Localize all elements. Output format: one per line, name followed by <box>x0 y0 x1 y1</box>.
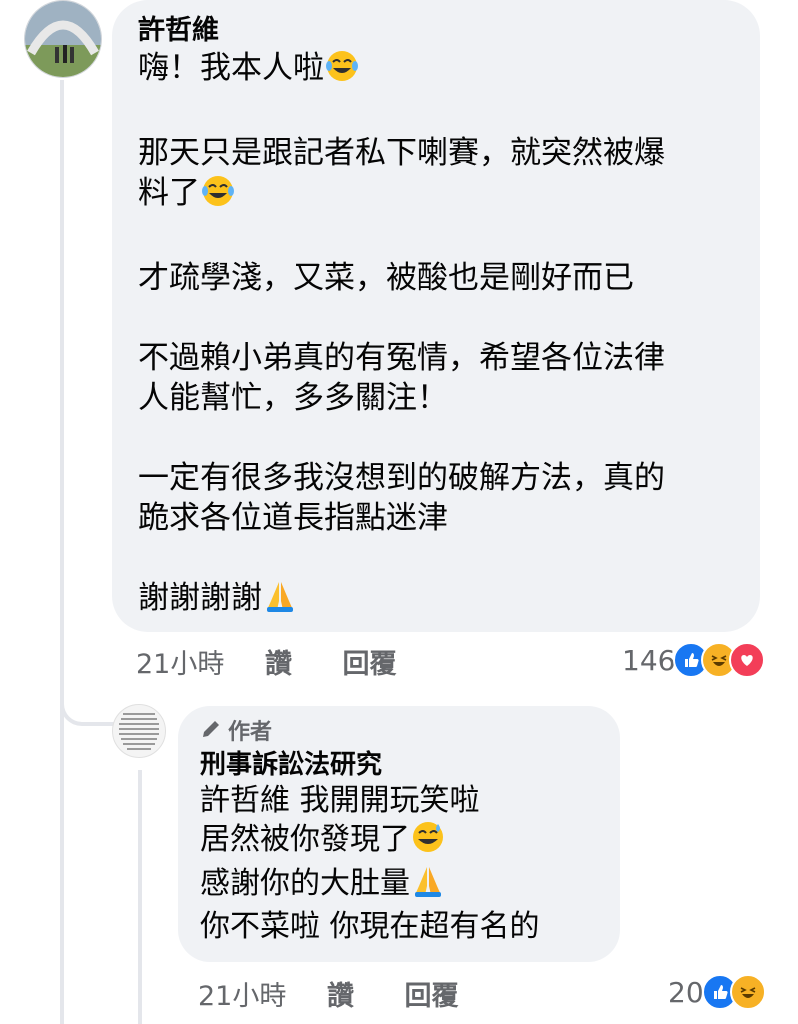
comment-author-name[interactable]: 許哲維 <box>138 14 734 48</box>
reply-like-button[interactable]: 讚 <box>327 981 354 1012</box>
commenter-avatar[interactable] <box>24 0 102 78</box>
sweat-smile-emoji-icon <box>410 820 446 864</box>
folded-hands-emoji-icon <box>262 579 298 623</box>
comment-paragraph: 謝謝謝謝 <box>138 578 734 623</box>
reply-line: 許哲維 我開開玩笑啦 <box>200 783 480 818</box>
like-button[interactable]: 讚 <box>265 649 292 680</box>
folded-hands-emoji-icon <box>410 864 446 908</box>
reaction-count: 146 <box>622 643 676 677</box>
reply-line: 你不菜啦 你現在超有名的 <box>200 909 540 944</box>
reply-button[interactable]: 回覆 <box>343 649 397 680</box>
author-badge-label: 作者 <box>228 720 273 745</box>
haha-reaction-icon <box>729 974 766 1010</box>
joy-emoji-icon <box>200 174 236 218</box>
pencil-icon <box>200 718 222 748</box>
reply-reply-button[interactable]: 回覆 <box>405 981 459 1012</box>
reply-author-avatar[interactable] <box>112 704 166 758</box>
comment-bubble: 許哲維 嗨！我本人啦 那天只是跟記者私下喇賽，就突然被爆 料了 才疏學淺，又菜，… <box>112 0 760 632</box>
comment-paragraph: 嗨！我本人啦 <box>138 48 734 93</box>
joy-emoji-icon <box>324 49 360 93</box>
comment-paragraph: 那天只是跟記者私下喇賽，就突然被爆 料了 <box>138 133 734 218</box>
reply-reaction-count: 20 <box>668 975 704 1009</box>
comment-actions: 21小時 讚 回覆 <box>136 642 397 681</box>
reply-timestamp[interactable]: 21小時 <box>198 981 286 1012</box>
comment-reactions[interactable]: 146 <box>622 642 766 678</box>
reply-bubble: 作者 刑事訴訟法研究 許哲維 我開開玩笑啦 居然被你發現了 感謝你的大肚量 你不… <box>178 706 620 962</box>
comment-timestamp[interactable]: 21小時 <box>136 649 224 680</box>
thread-line <box>60 80 64 1024</box>
love-reaction-icon <box>729 642 766 678</box>
reply-actions: 21小時 讚 回覆 <box>198 974 459 1013</box>
reply-line: 感謝你的大肚量 <box>200 864 598 908</box>
author-badge: 作者 <box>200 718 598 748</box>
comment-paragraph: 一定有很多我沒想到的破解方法，真的 跪求各位道長指點迷津 <box>138 460 665 536</box>
reply-author-name[interactable]: 刑事訴訟法研究 <box>200 748 598 782</box>
reply-line: 居然被你發現了 <box>200 820 598 864</box>
comment-paragraph: 才疏學淺，又菜，被酸也是剛好而已 <box>138 260 634 296</box>
reply-reactions[interactable]: 20 <box>668 974 766 1010</box>
text-image-avatar-icon <box>119 713 159 750</box>
reply-connector <box>60 700 116 726</box>
comment-paragraph: 不過賴小弟真的有冤情，希望各位法律 人能幫忙，多多關注！ <box>138 340 665 416</box>
reply-thread-line <box>138 770 142 1024</box>
avatar-photo <box>25 1 101 77</box>
